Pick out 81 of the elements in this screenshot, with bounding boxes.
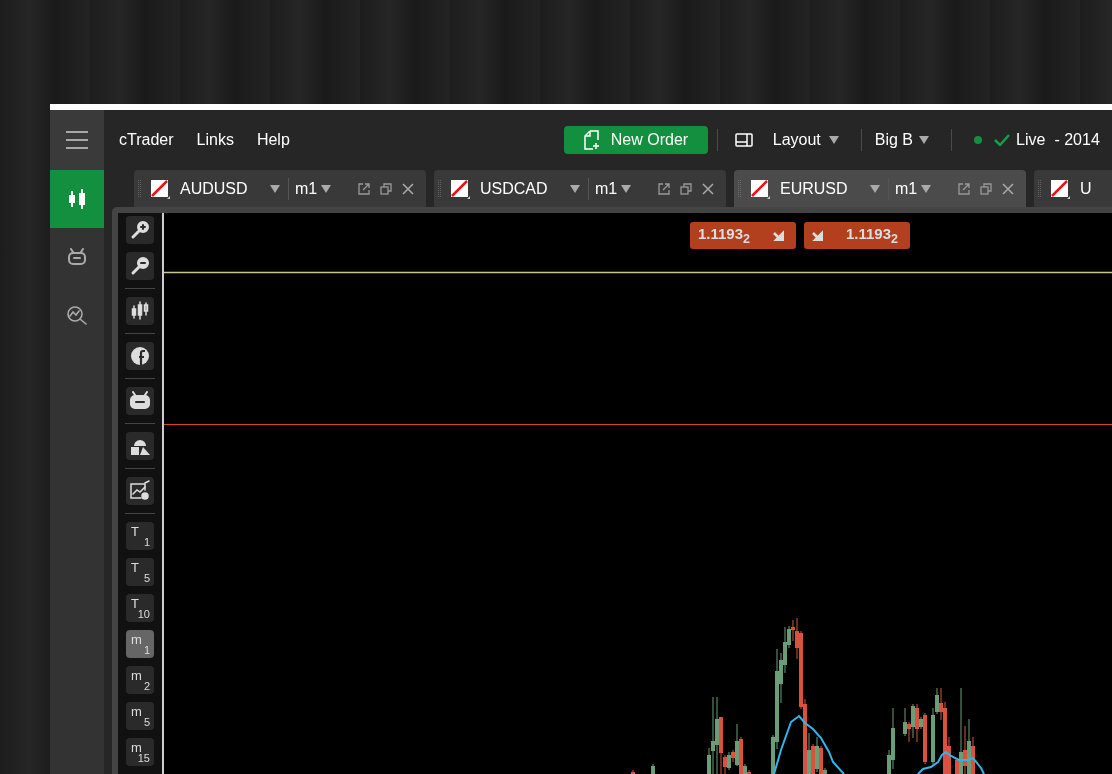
price-label: 1.1193$_{2}$ [698, 225, 750, 246]
caret-icon [621, 184, 631, 193]
check-icon [994, 134, 1011, 146]
close-icon[interactable] [402, 182, 414, 195]
timeframe-button[interactable]: m 2 [126, 666, 154, 694]
chart-tab[interactable]: AUDUSD m1 [134, 170, 426, 207]
facebook-button[interactable] [126, 342, 154, 370]
zoom-in-icon [130, 220, 150, 240]
chart-tab[interactable]: USDCAD m1 [434, 170, 726, 207]
f-logo-icon [130, 346, 150, 366]
menu-item[interactable]: cTrader [119, 131, 174, 149]
menu-icon [66, 131, 88, 149]
popout-icon[interactable] [358, 182, 370, 195]
timeframe-label: m1 [595, 179, 619, 198]
price-tag[interactable]: 1.1193$_{2}$ [690, 222, 796, 249]
menu-item[interactable]: Help [256, 131, 290, 149]
timeframe-button[interactable]: T 5 [126, 558, 154, 586]
popout-icon[interactable] [958, 182, 970, 195]
robot-icon [129, 391, 151, 411]
grip-icon [138, 179, 142, 198]
caret-icon [919, 136, 930, 144]
menu-item[interactable]: Links [196, 131, 234, 149]
moving-average-line [773, 714, 845, 774]
caret-icon [828, 136, 839, 144]
zoom-in-button[interactable] [126, 216, 154, 244]
chart-settings-icon [129, 480, 151, 502]
timeframe-button[interactable]: T 1 [126, 522, 154, 550]
close-icon[interactable] [1002, 182, 1014, 195]
symbol-label: EURUSD [780, 179, 849, 198]
arrow-down-right-icon [812, 230, 823, 241]
timeframe-label: m1 [295, 179, 319, 198]
price-tag[interactable]: 1.1193$_{2}$ [804, 222, 910, 249]
flag-icon [450, 178, 470, 199]
candles-icon [130, 301, 150, 321]
robot-icon [67, 248, 87, 266]
close-icon[interactable] [702, 182, 714, 195]
price-label: 1.1193$_{2}$ [846, 225, 898, 246]
layout-dropdown[interactable]: Layout [734, 131, 839, 149]
restore-icon[interactable] [680, 182, 692, 195]
caret-icon [921, 184, 931, 193]
layout-icon [734, 133, 753, 147]
flag-icon [1050, 178, 1070, 199]
flag-icon [750, 178, 770, 199]
candles-icon [67, 188, 87, 210]
account-dropdown[interactable]: Big B [874, 131, 930, 149]
popout-icon[interactable] [658, 182, 670, 195]
zoom-out-button[interactable] [126, 252, 154, 280]
caret-icon [570, 184, 580, 193]
timeframe-button[interactable]: m 15 [126, 738, 154, 766]
caret-icon [870, 184, 880, 193]
restore-icon[interactable] [380, 182, 392, 195]
timeframe-button[interactable]: m 5 [126, 702, 154, 730]
timeframe-button[interactable]: m 1 [126, 630, 154, 658]
sidebar-item[interactable] [50, 170, 104, 228]
restore-icon[interactable] [980, 182, 992, 195]
moving-average-line [917, 750, 985, 774]
chart-tab[interactable]: U [1034, 170, 1112, 207]
new-order-button[interactable]: New Order [563, 126, 708, 154]
timeframe-button[interactable]: T 10 [126, 594, 154, 622]
grip-icon [1038, 179, 1042, 198]
grip-icon [438, 179, 442, 198]
robot-button[interactable] [126, 387, 154, 415]
symbol-label: U [1080, 179, 1093, 198]
candle [651, 763, 655, 774]
chart-settings-button[interactable] [126, 477, 154, 505]
connection-status[interactable]: Live - 2014 [974, 131, 1100, 149]
arrow-down-right-icon [773, 230, 784, 241]
caret-icon [321, 184, 331, 193]
chart-tab[interactable]: EURUSD m1 [734, 170, 1026, 207]
magnifier-chart-icon [66, 305, 88, 325]
symbol-label: USDCAD [480, 179, 549, 198]
symbol-label: AUDUSD [180, 179, 249, 198]
flag-icon [150, 178, 170, 199]
zoom-out-icon [130, 256, 150, 276]
timeframe-label: m1 [895, 179, 919, 198]
caret-icon [270, 184, 280, 193]
document-plus-icon [583, 130, 602, 150]
candles-button[interactable] [126, 297, 154, 325]
menu-button[interactable] [50, 110, 104, 170]
shapes-button[interactable] [126, 432, 154, 460]
candle [631, 769, 635, 774]
